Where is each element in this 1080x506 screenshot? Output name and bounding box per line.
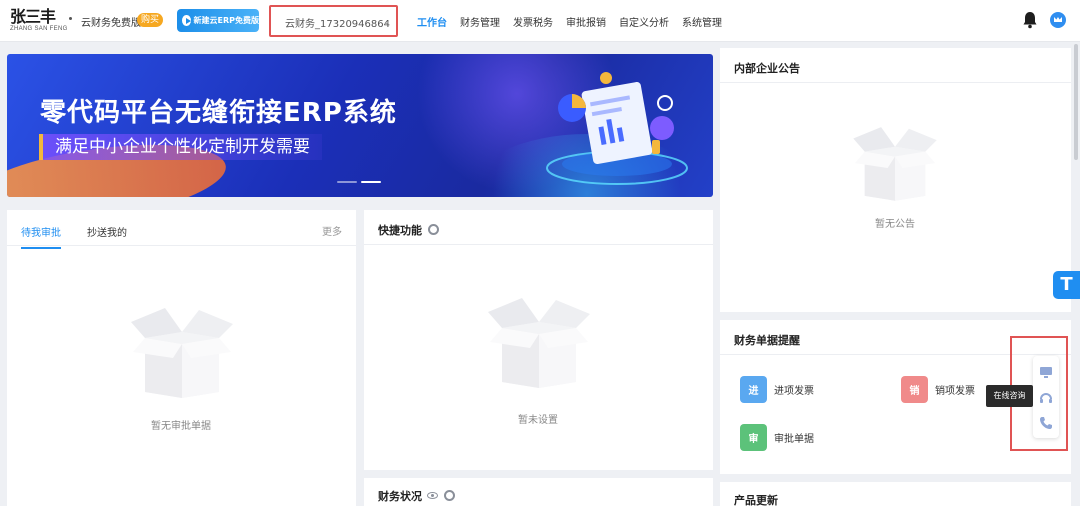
nav-workbench[interactable]: 工作台 xyxy=(417,14,447,29)
top-bar: 张三丰 ZHANG SAN FENG 云财务免费版 购买 新建云ERP免费版 云… xyxy=(0,0,1080,42)
financial-doc-reminder-title: 财务单据提醒 xyxy=(734,334,800,347)
company-select-value: 云财务_17320946864 xyxy=(285,19,390,30)
quick-functions-card: 快捷功能 暂未设置 xyxy=(364,210,713,470)
divider xyxy=(7,245,356,246)
nav-invoice-tax[interactable]: 发票税务 xyxy=(513,14,553,29)
nav-finance[interactable]: 财务管理 xyxy=(460,14,500,29)
input-invoice-icon: 进 xyxy=(740,376,767,403)
approval-doc-icon: 审 xyxy=(740,424,767,451)
input-invoice-item[interactable]: 进 进项发票 xyxy=(740,376,814,403)
phone-icon[interactable] xyxy=(1039,416,1053,430)
empty-text: 暂无审批单据 xyxy=(151,421,211,432)
quick-functions-title: 快捷功能 xyxy=(378,222,439,238)
gear-icon[interactable] xyxy=(428,224,439,235)
chevron-down-icon: ⌄ xyxy=(383,17,391,27)
input-invoice-label: 进项发票 xyxy=(774,386,814,397)
data-report-illustration xyxy=(546,72,688,185)
product-updates-card: 产品更新 xyxy=(720,482,1071,506)
promo-banner[interactable]: 零代码平台无缝衔接ERP系统 满足中小企业个性化定制开发需要 xyxy=(7,54,713,197)
banner-pagination xyxy=(337,181,381,183)
logo-text: 张三丰 xyxy=(10,7,56,26)
create-erp-button[interactable]: 新建云ERP免费版 xyxy=(177,9,259,32)
empty-text: 暂未设置 xyxy=(518,415,558,426)
play-icon xyxy=(182,15,191,26)
nav-system[interactable]: 系统管理 xyxy=(682,14,722,29)
divider xyxy=(720,82,1071,83)
empty-box-illustration xyxy=(853,127,937,201)
more-link[interactable]: 更多 xyxy=(322,223,342,238)
create-erp-label: 新建云ERP免费版 xyxy=(193,16,260,25)
internal-notice-title: 内部企业公告 xyxy=(734,62,800,75)
company-select[interactable]: 云财务_17320946864 ⌄ xyxy=(269,5,398,37)
output-invoice-item[interactable]: 销 销项发票 xyxy=(901,376,975,403)
divider xyxy=(364,244,713,245)
financial-status-title: 财务状况 xyxy=(378,488,455,504)
gear-icon[interactable] xyxy=(444,490,455,501)
buy-button[interactable]: 购买 xyxy=(137,13,163,27)
quick-functions-label: 快捷功能 xyxy=(378,224,422,237)
output-invoice-label: 销项发票 xyxy=(935,386,975,397)
banner-subtitle: 满足中小企业个性化定制开发需要 xyxy=(39,134,322,160)
internal-notice-card: 内部企业公告 暂无公告 xyxy=(720,48,1071,312)
banner-dot-active[interactable] xyxy=(361,181,381,183)
financial-status-label: 财务状况 xyxy=(378,490,422,503)
user-avatar[interactable] xyxy=(1050,12,1066,28)
logo-mark: 张三丰 xyxy=(10,6,62,26)
monitor-icon[interactable] xyxy=(1039,365,1053,379)
empty-text: 暂无公告 xyxy=(875,219,915,230)
nav-custom-analysis[interactable]: 自定义分析 xyxy=(619,14,669,29)
banner-dot[interactable] xyxy=(337,181,357,183)
headset-icon[interactable] xyxy=(1039,391,1053,405)
nav-approval[interactable]: 审批报销 xyxy=(566,14,606,29)
product-edition-label: 云财务免费版 xyxy=(81,18,141,29)
empty-box-illustration xyxy=(131,308,233,398)
company-logo[interactable]: 张三丰 ZHANG SAN FENG xyxy=(10,6,67,34)
floating-t-button[interactable]: T xyxy=(1053,271,1080,299)
side-toolbar xyxy=(1033,356,1059,438)
online-consult-tooltip: 在线咨询 xyxy=(986,385,1033,407)
pending-approvals-card: 待我审批 抄送我的 更多 暂无审批单据 xyxy=(7,210,356,506)
logo-subtitle: ZHANG SAN FENG xyxy=(10,26,68,32)
approval-doc-item[interactable]: 审 审批单据 xyxy=(740,424,814,451)
scrollbar[interactable] xyxy=(1074,44,1078,160)
eye-icon[interactable] xyxy=(427,492,438,499)
empty-box-illustration xyxy=(488,298,590,388)
bell-icon[interactable] xyxy=(1022,11,1038,29)
financial-status-card: 财务状况 xyxy=(364,478,713,506)
main-nav: 工作台 财务管理 发票税务 审批报销 自定义分析 系统管理 xyxy=(417,14,735,29)
approval-doc-label: 审批单据 xyxy=(774,434,814,445)
banner-title: 零代码平台无缝衔接ERP系统 xyxy=(40,98,397,128)
output-invoice-icon: 销 xyxy=(901,376,928,403)
product-updates-title: 产品更新 xyxy=(734,494,778,506)
separator-dot xyxy=(69,17,72,20)
